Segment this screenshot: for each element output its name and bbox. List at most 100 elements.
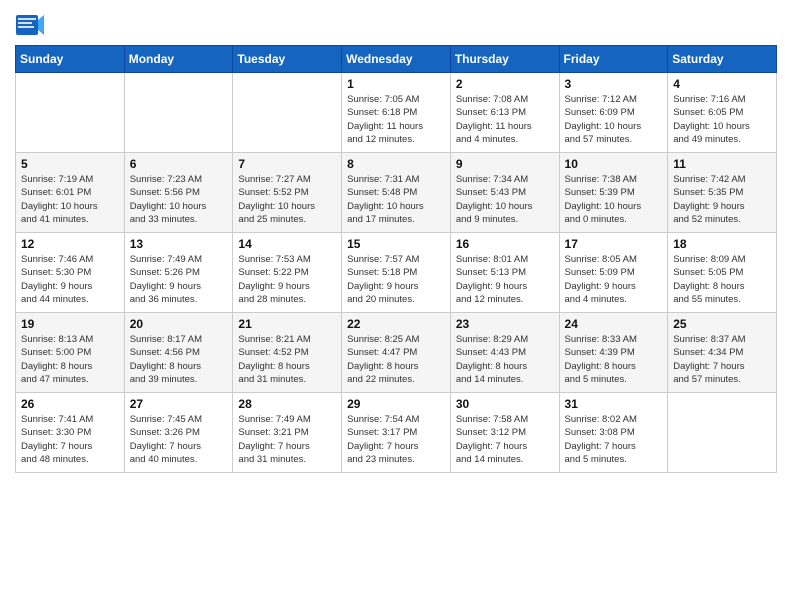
- day-info: Sunrise: 7:31 AM Sunset: 5:48 PM Dayligh…: [347, 173, 445, 226]
- day-info: Sunrise: 8:21 AM Sunset: 4:52 PM Dayligh…: [238, 333, 336, 386]
- day-info: Sunrise: 7:49 AM Sunset: 5:26 PM Dayligh…: [130, 253, 228, 306]
- calendar-day-19: 19 Sunrise: 8:13 AM Sunset: 5:00 PM Dayli…: [16, 313, 125, 393]
- empty-cell: [233, 73, 342, 153]
- day-info: Sunrise: 7:34 AM Sunset: 5:43 PM Dayligh…: [456, 173, 554, 226]
- calendar-day-20: 20 Sunrise: 8:17 AM Sunset: 4:56 PM Dayli…: [124, 313, 233, 393]
- calendar-day-30: 30 Sunrise: 7:58 AM Sunset: 3:12 PM Dayli…: [450, 393, 559, 473]
- calendar-week-1: 1Sunrise: 7:05 AM Sunset: 6:18 PM Daylig…: [16, 73, 777, 153]
- calendar-day-22: 22 Sunrise: 8:25 AM Sunset: 4:47 PM Dayli…: [342, 313, 451, 393]
- calendar-day-13: 13 Sunrise: 7:49 AM Sunset: 5:26 PM Dayli…: [124, 233, 233, 313]
- day-number: 2: [456, 77, 554, 91]
- header: [15, 10, 777, 40]
- day-info: Sunrise: 8:09 AM Sunset: 5:05 PM Dayligh…: [673, 253, 771, 306]
- calendar-day-1: 1Sunrise: 7:05 AM Sunset: 6:18 PM Daylig…: [342, 73, 451, 153]
- calendar-day-16: 16 Sunrise: 8:01 AM Sunset: 5:13 PM Dayli…: [450, 233, 559, 313]
- day-number: 30: [456, 397, 554, 411]
- calendar-day-21: 21 Sunrise: 8:21 AM Sunset: 4:52 PM Dayli…: [233, 313, 342, 393]
- day-number: 15: [347, 237, 445, 251]
- day-number: 10: [565, 157, 663, 171]
- calendar-day-15: 15 Sunrise: 7:57 AM Sunset: 5:18 PM Dayli…: [342, 233, 451, 313]
- day-info: Sunrise: 7:27 AM Sunset: 5:52 PM Dayligh…: [238, 173, 336, 226]
- day-info: Sunrise: 8:33 AM Sunset: 4:39 PM Dayligh…: [565, 333, 663, 386]
- calendar-day-26: 26 Sunrise: 7:41 AM Sunset: 3:30 PM Dayli…: [16, 393, 125, 473]
- day-number: 22: [347, 317, 445, 331]
- logo-icon: [15, 10, 45, 40]
- day-number: 26: [21, 397, 119, 411]
- day-number: 12: [21, 237, 119, 251]
- calendar-day-18: 18 Sunrise: 8:09 AM Sunset: 5:05 PM Dayli…: [668, 233, 777, 313]
- day-info: Sunrise: 8:01 AM Sunset: 5:13 PM Dayligh…: [456, 253, 554, 306]
- day-number: 21: [238, 317, 336, 331]
- day-number: 24: [565, 317, 663, 331]
- day-info: Sunrise: 7:58 AM Sunset: 3:12 PM Dayligh…: [456, 413, 554, 466]
- day-number: 13: [130, 237, 228, 251]
- day-info: Sunrise: 7:12 AM Sunset: 6:09 PM Dayligh…: [565, 93, 663, 146]
- day-number: 7: [238, 157, 336, 171]
- day-number: 31: [565, 397, 663, 411]
- day-number: 23: [456, 317, 554, 331]
- day-number: 19: [21, 317, 119, 331]
- calendar-day-11: 11Sunrise: 7:42 AM Sunset: 5:35 PM Dayli…: [668, 153, 777, 233]
- weekday-header-row: SundayMondayTuesdayWednesdayThursdayFrid…: [16, 46, 777, 73]
- empty-cell: [124, 73, 233, 153]
- day-number: 16: [456, 237, 554, 251]
- calendar-day-6: 6Sunrise: 7:23 AM Sunset: 5:56 PM Daylig…: [124, 153, 233, 233]
- calendar-week-5: 26 Sunrise: 7:41 AM Sunset: 3:30 PM Dayli…: [16, 393, 777, 473]
- calendar-day-2: 2 Sunrise: 7:08 AM Sunset: 6:13 PM Daylig…: [450, 73, 559, 153]
- day-info: Sunrise: 7:41 AM Sunset: 3:30 PM Dayligh…: [21, 413, 119, 466]
- day-number: 20: [130, 317, 228, 331]
- day-info: Sunrise: 7:46 AM Sunset: 5:30 PM Dayligh…: [21, 253, 119, 306]
- day-info: Sunrise: 7:19 AM Sunset: 6:01 PM Dayligh…: [21, 173, 119, 226]
- weekday-header-sunday: Sunday: [16, 46, 125, 73]
- day-number: 29: [347, 397, 445, 411]
- day-info: Sunrise: 7:57 AM Sunset: 5:18 PM Dayligh…: [347, 253, 445, 306]
- calendar-table: SundayMondayTuesdayWednesdayThursdayFrid…: [15, 45, 777, 473]
- calendar-week-2: 5Sunrise: 7:19 AM Sunset: 6:01 PM Daylig…: [16, 153, 777, 233]
- day-number: 11: [673, 157, 771, 171]
- calendar-day-12: 12 Sunrise: 7:46 AM Sunset: 5:30 PM Dayli…: [16, 233, 125, 313]
- day-number: 14: [238, 237, 336, 251]
- day-info: Sunrise: 8:02 AM Sunset: 3:08 PM Dayligh…: [565, 413, 663, 466]
- calendar-day-7: 7 Sunrise: 7:27 AM Sunset: 5:52 PM Daylig…: [233, 153, 342, 233]
- empty-cell: [16, 73, 125, 153]
- calendar-day-27: 27 Sunrise: 7:45 AM Sunset: 3:26 PM Dayli…: [124, 393, 233, 473]
- calendar-day-31: 31 Sunrise: 8:02 AM Sunset: 3:08 PM Dayli…: [559, 393, 668, 473]
- day-info: Sunrise: 7:54 AM Sunset: 3:17 PM Dayligh…: [347, 413, 445, 466]
- day-number: 6: [130, 157, 228, 171]
- calendar-day-17: 17 Sunrise: 8:05 AM Sunset: 5:09 PM Dayli…: [559, 233, 668, 313]
- day-info: Sunrise: 8:37 AM Sunset: 4:34 PM Dayligh…: [673, 333, 771, 386]
- day-number: 17: [565, 237, 663, 251]
- empty-cell: [668, 393, 777, 473]
- weekday-header-friday: Friday: [559, 46, 668, 73]
- day-info: Sunrise: 8:29 AM Sunset: 4:43 PM Dayligh…: [456, 333, 554, 386]
- calendar-day-8: 8 Sunrise: 7:31 AM Sunset: 5:48 PM Daylig…: [342, 153, 451, 233]
- day-number: 28: [238, 397, 336, 411]
- day-info: Sunrise: 8:25 AM Sunset: 4:47 PM Dayligh…: [347, 333, 445, 386]
- day-number: 3: [565, 77, 663, 91]
- day-info: Sunrise: 7:08 AM Sunset: 6:13 PM Dayligh…: [456, 93, 554, 146]
- day-number: 9: [456, 157, 554, 171]
- calendar-day-28: 28Sunrise: 7:49 AM Sunset: 3:21 PM Dayli…: [233, 393, 342, 473]
- day-number: 8: [347, 157, 445, 171]
- calendar-day-24: 24 Sunrise: 8:33 AM Sunset: 4:39 PM Dayli…: [559, 313, 668, 393]
- weekday-header-thursday: Thursday: [450, 46, 559, 73]
- calendar-day-10: 10Sunrise: 7:38 AM Sunset: 5:39 PM Dayli…: [559, 153, 668, 233]
- day-info: Sunrise: 7:53 AM Sunset: 5:22 PM Dayligh…: [238, 253, 336, 306]
- logo: [15, 10, 49, 40]
- day-number: 4: [673, 77, 771, 91]
- weekday-header-tuesday: Tuesday: [233, 46, 342, 73]
- day-number: 18: [673, 237, 771, 251]
- calendar-day-23: 23 Sunrise: 8:29 AM Sunset: 4:43 PM Dayli…: [450, 313, 559, 393]
- day-info: Sunrise: 7:45 AM Sunset: 3:26 PM Dayligh…: [130, 413, 228, 466]
- day-number: 27: [130, 397, 228, 411]
- calendar-day-25: 25 Sunrise: 8:37 AM Sunset: 4:34 PM Dayli…: [668, 313, 777, 393]
- day-info: Sunrise: 7:16 AM Sunset: 6:05 PM Dayligh…: [673, 93, 771, 146]
- calendar-day-3: 3 Sunrise: 7:12 AM Sunset: 6:09 PM Daylig…: [559, 73, 668, 153]
- day-info: Sunrise: 8:05 AM Sunset: 5:09 PM Dayligh…: [565, 253, 663, 306]
- day-info: Sunrise: 8:13 AM Sunset: 5:00 PM Dayligh…: [21, 333, 119, 386]
- main-container: SundayMondayTuesdayWednesdayThursdayFrid…: [0, 0, 792, 483]
- day-info: Sunrise: 7:05 AM Sunset: 6:18 PM Dayligh…: [347, 93, 445, 146]
- day-info: Sunrise: 8:17 AM Sunset: 4:56 PM Dayligh…: [130, 333, 228, 386]
- day-number: 25: [673, 317, 771, 331]
- weekday-header-monday: Monday: [124, 46, 233, 73]
